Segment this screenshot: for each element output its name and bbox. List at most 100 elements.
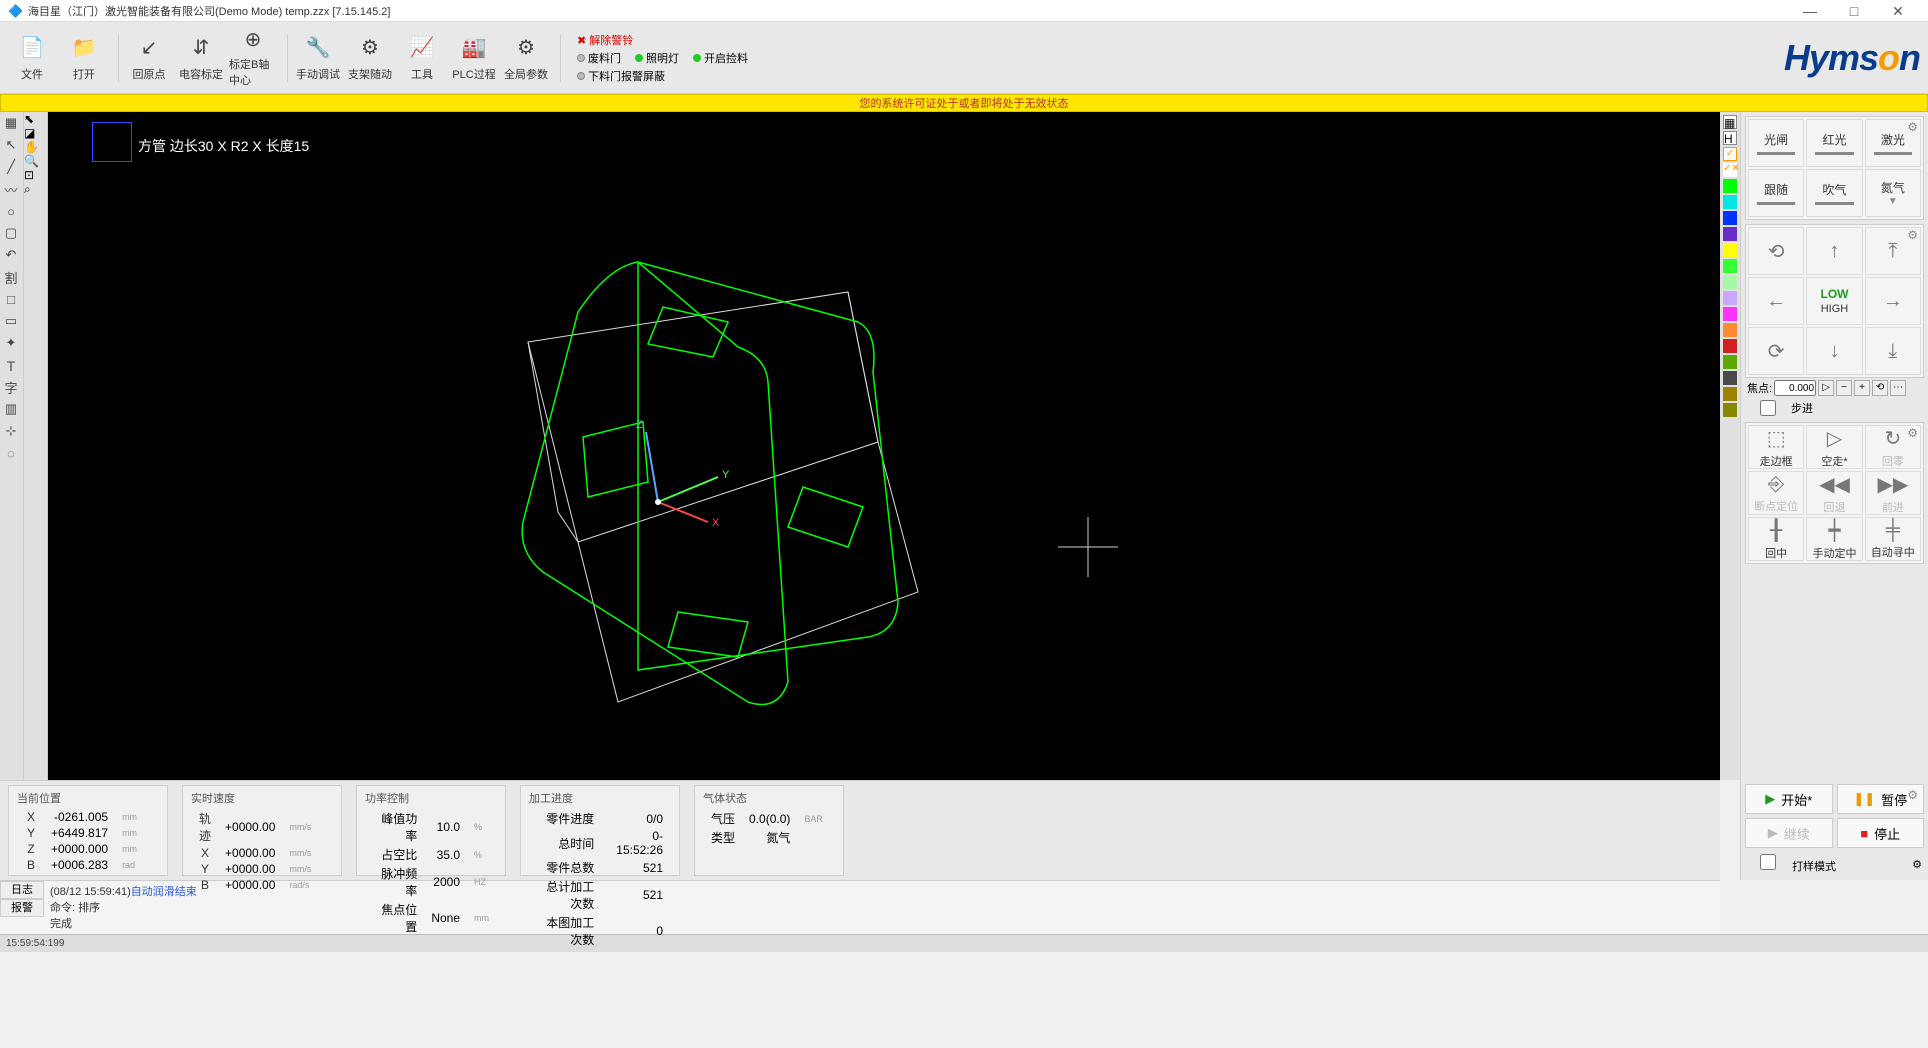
- tool-text3[interactable]: 字: [0, 376, 22, 398]
- jog-settings-icon[interactable]: ⚙: [1907, 228, 1918, 242]
- color-swatch[interactable]: [1723, 275, 1737, 289]
- tool-square[interactable]: □: [0, 288, 22, 310]
- capcal-button[interactable]: ⇵电容标定: [177, 28, 225, 88]
- minimize-button[interactable]: —: [1788, 1, 1832, 21]
- focus-input[interactable]: [1774, 380, 1816, 396]
- tool-back[interactable]: ↶: [0, 244, 22, 266]
- maximize-button[interactable]: □: [1832, 1, 1876, 21]
- support-button[interactable]: ⚙支架随动: [346, 28, 394, 88]
- color-swatch[interactable]: [1723, 291, 1737, 305]
- start-button[interactable]: ▶开始*: [1745, 784, 1833, 814]
- color-swatch[interactable]: [1723, 339, 1737, 353]
- jog-down-button[interactable]: ↓: [1806, 327, 1862, 375]
- tool-mirror[interactable]: ▥: [0, 398, 22, 420]
- gas-button[interactable]: 氮气▼: [1865, 169, 1921, 217]
- focus-reset-button[interactable]: ⟲: [1872, 380, 1888, 396]
- alarm-tab[interactable]: 报警: [0, 899, 44, 917]
- layer-x-icon[interactable]: ✓✕: [1723, 163, 1737, 177]
- color-swatch[interactable]: [1723, 243, 1737, 257]
- focus-save-button[interactable]: ⋯: [1890, 380, 1906, 396]
- color-swatch[interactable]: [1723, 195, 1737, 209]
- speed-toggle-button[interactable]: LOWHIGH: [1806, 277, 1862, 325]
- rotate-cw-button[interactable]: ⟳: [1748, 327, 1804, 375]
- tool-pointer[interactable]: ⬉: [24, 112, 47, 126]
- stop-button[interactable]: ■停止: [1837, 818, 1925, 848]
- jog-right-button[interactable]: →: [1865, 277, 1921, 325]
- step-checkbox[interactable]: [1747, 400, 1789, 416]
- tool-zoom[interactable]: 🔍: [24, 154, 47, 168]
- redlight-button[interactable]: 红光: [1806, 119, 1862, 167]
- rotate-ccw-button[interactable]: ⟲: [1748, 227, 1804, 275]
- clear-alarm-button[interactable]: ✖ 解除警铃: [577, 32, 633, 48]
- stepback-button[interactable]: ◀◀回退: [1806, 471, 1862, 515]
- open-button[interactable]: 📁打开: [60, 28, 108, 88]
- stepfwd-button[interactable]: ▶▶前进: [1865, 471, 1921, 515]
- tool-circle[interactable]: ○: [0, 200, 22, 222]
- home-button[interactable]: ↙回原点: [125, 28, 173, 88]
- tool-text[interactable]: 割: [0, 266, 22, 288]
- manual-button[interactable]: 🔧手动调试: [294, 28, 342, 88]
- viewport-thumbnail[interactable]: [92, 122, 132, 162]
- follow-button[interactable]: 跟随: [1748, 169, 1804, 217]
- color-swatch[interactable]: [1723, 227, 1737, 241]
- frame-button[interactable]: ⬚走边框: [1748, 425, 1804, 469]
- log-tab[interactable]: 日志: [0, 881, 44, 899]
- sample-settings-icon[interactable]: ⚙: [1912, 858, 1922, 871]
- bcenter-button[interactable]: ⊕标定B轴中心: [229, 28, 277, 88]
- manual-center-button[interactable]: ┿手动定中: [1806, 517, 1862, 561]
- tools-button[interactable]: 📈工具: [398, 28, 446, 88]
- tool-node[interactable]: ◪: [24, 126, 47, 140]
- color-swatch[interactable]: [1723, 179, 1737, 193]
- jog-left-button[interactable]: ←: [1748, 277, 1804, 325]
- light-toggle[interactable]: 照明灯: [635, 50, 679, 66]
- color-swatch[interactable]: [1723, 259, 1737, 273]
- focus-minus-button[interactable]: −: [1836, 380, 1852, 396]
- color-swatch[interactable]: [1723, 323, 1737, 337]
- tool-explode[interactable]: ✦: [0, 332, 22, 354]
- alarm-shield-toggle[interactable]: 下料门报警屏蔽: [577, 68, 665, 84]
- color-swatch[interactable]: [1723, 403, 1737, 417]
- focus-plus-button[interactable]: +: [1854, 380, 1870, 396]
- panel-settings-icon[interactable]: ⚙: [1907, 120, 1918, 134]
- tool-box[interactable]: ▭: [0, 310, 22, 332]
- plc-button[interactable]: 🏭PLC过程: [450, 28, 498, 88]
- close-button[interactable]: ✕: [1876, 1, 1920, 21]
- action-settings-icon[interactable]: ⚙: [1907, 788, 1918, 802]
- shutter-button[interactable]: 光闸: [1748, 119, 1804, 167]
- ops-settings-icon[interactable]: ⚙: [1907, 426, 1918, 440]
- tool-zoomfit[interactable]: ⊡: [24, 168, 47, 182]
- tool-plus[interactable]: ⊹: [0, 420, 22, 442]
- center-button[interactable]: ╂回中: [1748, 517, 1804, 561]
- focus-go-button[interactable]: ▷: [1818, 380, 1834, 396]
- tool-line[interactable]: ╱: [0, 156, 22, 178]
- continue-button[interactable]: ▶继续: [1745, 818, 1833, 848]
- layer-check-icon[interactable]: ✓: [1723, 147, 1737, 161]
- jog-up-button[interactable]: ↑: [1806, 227, 1862, 275]
- z-down-button[interactable]: ⤓: [1865, 327, 1921, 375]
- tool-grid[interactable]: ▦: [0, 112, 22, 134]
- sample-mode-checkbox[interactable]: 打样模式: [1747, 854, 1836, 874]
- layer-lock-icon[interactable]: H: [1723, 131, 1737, 145]
- breakpoint-button[interactable]: ⎆断点定位: [1748, 471, 1804, 515]
- tool-text2[interactable]: Ｔ: [0, 354, 22, 376]
- autoload-toggle[interactable]: 开启捡料: [693, 50, 748, 66]
- color-swatch[interactable]: [1723, 387, 1737, 401]
- auto-center-button[interactable]: ╪自动寻中: [1865, 517, 1921, 561]
- color-swatch[interactable]: [1723, 307, 1737, 321]
- tool-curve[interactable]: 〰: [0, 178, 22, 200]
- tool-pan[interactable]: ✋: [24, 140, 47, 154]
- color-swatch[interactable]: [1723, 211, 1737, 225]
- dryrun-button[interactable]: ▷空走*: [1806, 425, 1862, 469]
- viewport-3d[interactable]: 方管 边长30 X R2 X 长度15 X Y Z: [48, 112, 1720, 780]
- tool-dot[interactable]: ◌: [0, 442, 22, 464]
- color-swatch[interactable]: [1723, 371, 1737, 385]
- tool-zoomwin[interactable]: ⌕: [24, 182, 47, 197]
- layer-toggle-icon[interactable]: ▦: [1723, 115, 1737, 129]
- waste-door-toggle[interactable]: 废料门: [577, 50, 621, 66]
- global-button[interactable]: ⚙全局参数: [502, 28, 550, 88]
- color-swatch[interactable]: [1723, 355, 1737, 369]
- blow-button[interactable]: 吹气: [1806, 169, 1862, 217]
- file-button[interactable]: 📄文件: [8, 28, 56, 88]
- tool-rect[interactable]: ▢: [0, 222, 22, 244]
- tool-cursor[interactable]: ↖: [0, 134, 22, 156]
